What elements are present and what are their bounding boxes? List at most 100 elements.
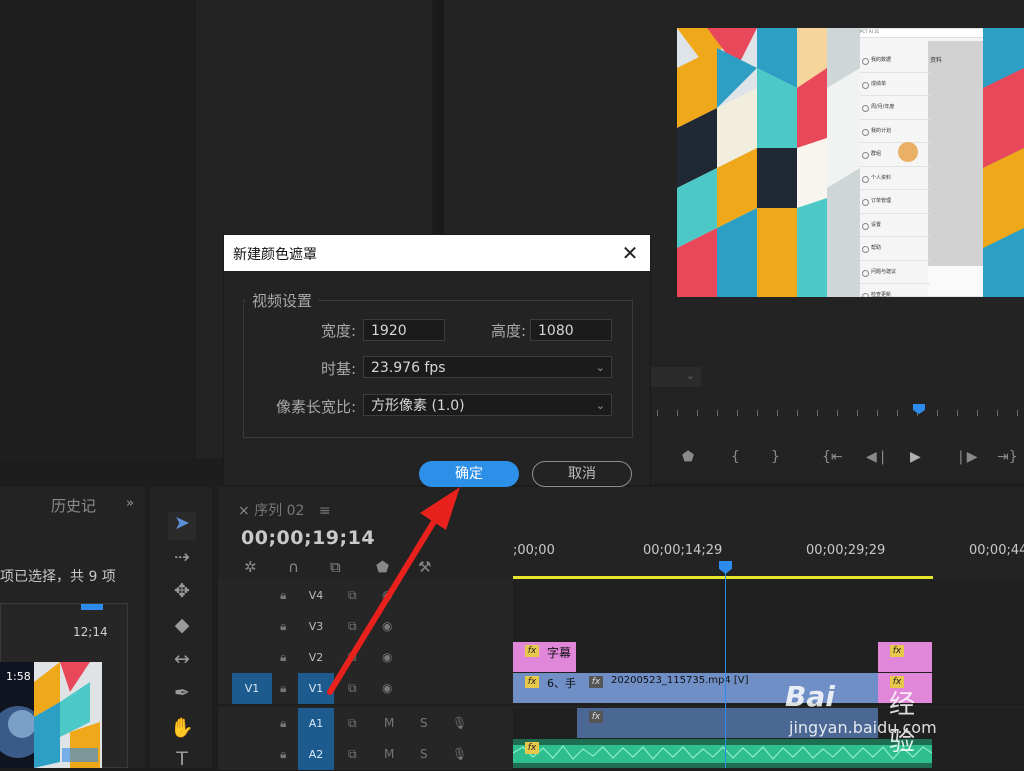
microphone-icon[interactable]: 🎙︎	[452, 716, 467, 730]
selection-tool-icon[interactable]: ➤	[168, 512, 196, 540]
mark-in-icon[interactable]: {	[731, 449, 740, 465]
sequence-name: 序列 02	[254, 503, 305, 519]
wrench-icon[interactable]: ⚒	[418, 558, 431, 576]
lock-icon[interactable]: 🔒︎	[280, 588, 286, 603]
track-select-tool-icon[interactable]: ⇢	[168, 546, 196, 568]
track-header-v3[interactable]: 🔒︎ V3 ⧉ ◉	[218, 611, 513, 643]
timebase-select[interactable]: 23.976 fps ⌄	[363, 356, 612, 378]
width-field[interactable]: 1920	[363, 319, 445, 341]
lock-icon[interactable]: 🔒︎	[280, 619, 286, 634]
eye-icon[interactable]: ◉	[382, 588, 392, 602]
phone-menu-list: 我的数据 成绩单 周/月/年度 我的计划 群组 个人资料 订单管理 设置 帮助 …	[860, 49, 930, 297]
phone-title: 资料	[930, 57, 943, 64]
item-duration: 12;14	[73, 625, 108, 639]
cancel-button[interactable]: 取消	[532, 461, 632, 487]
track-area-v3[interactable]	[513, 611, 1024, 643]
play-icon[interactable]: ▶	[910, 449, 921, 465]
zoom-level-dropdown[interactable]: ⌄	[651, 367, 701, 387]
source-patch-v1[interactable]: V1	[232, 673, 272, 704]
step-back-icon[interactable]: ◀❘	[866, 449, 889, 465]
track-header-v2[interactable]: 🔒︎ V2 ⧉ ◉	[218, 642, 513, 674]
double-chevron-right-icon[interactable]: »	[126, 496, 134, 511]
go-to-out-icon[interactable]: ⇥}	[997, 449, 1018, 465]
close-tab-icon[interactable]: ×	[238, 503, 250, 519]
sync-lock-icon[interactable]: ⧉	[348, 650, 357, 665]
timeline-timecode[interactable]: 00;00;19;14	[241, 527, 375, 549]
fx-badge: fx	[525, 645, 539, 657]
microphone-icon[interactable]: 🎙︎	[452, 747, 467, 761]
dialog-title: 新建颜色遮罩	[233, 247, 317, 263]
track-header-v1[interactable]: V1 🔒︎ V1 ⧉ ◉	[218, 673, 513, 705]
title-clip[interactable]: fx	[878, 642, 932, 672]
lock-icon[interactable]: 🔒︎	[280, 681, 286, 696]
track-header-a2[interactable]: 🔒︎ A2 ⧉ M S 🎙︎	[218, 739, 513, 771]
phone-menu-item: 个人资料	[860, 167, 930, 190]
go-to-in-icon[interactable]: {⇤	[822, 449, 843, 465]
menu-icon[interactable]: ≡	[319, 503, 331, 519]
track-header-v4[interactable]: 🔒︎ V4 ⧉ ◉	[218, 580, 513, 612]
timebase-value: 23.976 fps	[371, 360, 446, 376]
fx-badge: fx	[589, 676, 603, 688]
tab-sequence[interactable]: × 序列 02 ≡	[238, 500, 331, 520]
razor-tool-icon[interactable]: ◆	[168, 614, 196, 636]
touch-indicator	[898, 142, 918, 162]
pen-tool-icon[interactable]: ✒	[168, 682, 196, 704]
track-name: A2	[298, 739, 334, 770]
linked-selection-icon[interactable]: ⧉	[330, 558, 341, 576]
pixel-aspect-select[interactable]: 方形像素 (1.0) ⌄	[363, 394, 612, 416]
add-marker-icon[interactable]: ⬟	[682, 449, 694, 465]
sync-lock-icon[interactable]: ⧉	[348, 588, 357, 603]
step-forward-icon[interactable]: ❘▶	[955, 449, 978, 465]
nest-toggle-icon[interactable]: ✲	[244, 558, 257, 576]
hand-tool-icon[interactable]: ✋	[168, 716, 196, 739]
ripple-edit-tool-icon[interactable]: ✥	[168, 580, 196, 602]
mute-button[interactable]: M	[384, 747, 394, 761]
height-field[interactable]: 1080	[530, 319, 612, 341]
height-label: 高度:	[490, 322, 526, 340]
track-header-a1[interactable]: 🔒︎ A1 ⧉ M S 🎙︎	[218, 708, 513, 740]
type-tool-icon[interactable]: T	[168, 748, 196, 770]
sync-lock-icon[interactable]: ⧉	[348, 619, 357, 634]
title-clip[interactable]: fx 字幕	[513, 642, 576, 672]
work-area-bar[interactable]	[513, 576, 933, 579]
fx-badge: fx	[890, 645, 904, 657]
solo-button[interactable]: S	[420, 716, 428, 730]
add-marker-icon[interactable]: ⬟	[376, 558, 389, 576]
mark-out-icon[interactable]: }	[771, 449, 780, 465]
program-time-ruler[interactable]	[655, 405, 1024, 419]
sync-lock-icon[interactable]: ⧉	[348, 716, 357, 731]
eye-icon[interactable]: ◉	[382, 650, 392, 664]
track-area-v4[interactable]	[513, 580, 1024, 612]
track-name: A1	[298, 708, 334, 739]
ruler-label: 00;00;14;29	[643, 543, 723, 558]
phone-detail-panel	[928, 41, 983, 266]
watermark-brand: Bai	[785, 680, 835, 713]
lock-icon[interactable]: 🔒︎	[280, 650, 286, 665]
new-color-matte-dialog: 新建颜色遮罩 ✕ 视频设置 宽度: 1920 高度: 1080 时基: 23.9…	[224, 235, 650, 487]
eye-icon[interactable]: ◉	[382, 619, 392, 633]
project-thumbnail-image: 1:58	[0, 662, 102, 768]
snap-icon[interactable]: ∩	[288, 558, 299, 576]
chevron-down-icon: ⌄	[595, 361, 605, 374]
ok-button[interactable]: 确定	[419, 461, 519, 487]
pixel-aspect-value: 方形像素 (1.0)	[371, 398, 465, 414]
ruler-label: ;00;00	[513, 543, 555, 558]
lock-icon[interactable]: 🔒︎	[280, 716, 286, 731]
timebase-label: 时基:	[320, 360, 356, 378]
tab-history[interactable]: 历史记	[51, 495, 96, 516]
video-clip[interactable]: fx 6、手	[513, 673, 577, 703]
sync-lock-icon[interactable]: ⧉	[348, 681, 357, 696]
eye-icon[interactable]: ◉	[382, 681, 392, 695]
solo-button[interactable]: S	[420, 747, 428, 761]
mute-button[interactable]: M	[384, 716, 394, 730]
lock-icon[interactable]: 🔒︎	[280, 747, 286, 762]
selection-marker	[81, 604, 103, 610]
audio-clip-waveform[interactable]: fx	[513, 739, 932, 768]
track-area-v2[interactable]	[513, 642, 1024, 674]
selection-status: 项已选择，共 9 项	[0, 569, 116, 585]
sync-lock-icon[interactable]: ⧉	[348, 747, 357, 762]
slip-tool-icon[interactable]: ↔	[168, 648, 196, 670]
track-name: V1	[298, 673, 334, 704]
close-icon[interactable]: ✕	[618, 241, 642, 265]
phone-menu-item: 帮助	[860, 237, 930, 261]
